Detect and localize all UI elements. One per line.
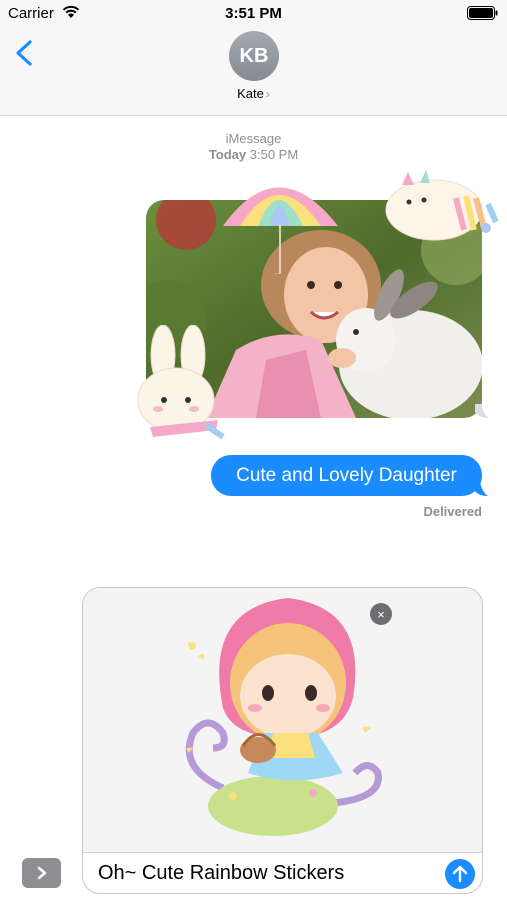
delivery-status: Delivered [423, 504, 482, 519]
app-drawer-button[interactable] [22, 858, 61, 888]
arrow-up-icon [452, 865, 468, 883]
back-chevron-icon[interactable] [10, 36, 40, 70]
red-hood-girl-sticker [185, 598, 382, 836]
timestamp-day: Today [208, 147, 247, 162]
sent-message-bubble[interactable]: Cute and Lovely Daughter [211, 455, 482, 496]
compose-box: × Oh~ Cute Rainbow Stickers [82, 587, 483, 894]
remove-sticker-button[interactable]: × [370, 603, 392, 625]
bubble-tail [475, 404, 489, 418]
message-input[interactable]: Oh~ Cute Rainbow Stickers [98, 862, 344, 885]
bubble-tail [474, 482, 488, 496]
battery-icon [467, 6, 498, 20]
message-timestamp: Today 3:50 PM [0, 147, 507, 162]
rainbow-cat-sticker[interactable] [384, 170, 507, 255]
divider [83, 852, 482, 853]
contact-name: Kate [237, 86, 264, 101]
send-button[interactable] [445, 859, 475, 889]
chevron-right-icon [37, 866, 46, 880]
sticker-preview: × [83, 588, 482, 853]
timestamp-time: 3:50 PM [249, 147, 299, 162]
status-bar: Carrier 3:51 PM [0, 0, 507, 28]
conversation-header: KB Kate › [0, 28, 507, 116]
status-time: 3:51 PM [225, 5, 282, 22]
bunny-sticker[interactable] [128, 325, 228, 450]
rainbow-umbrella-sticker[interactable] [218, 164, 343, 274]
contact-avatar[interactable]: KB [229, 31, 279, 81]
contact-name-button[interactable]: Kate › [0, 86, 507, 101]
service-label: iMessage [225, 131, 282, 146]
chevron-right-icon: › [265, 87, 270, 101]
